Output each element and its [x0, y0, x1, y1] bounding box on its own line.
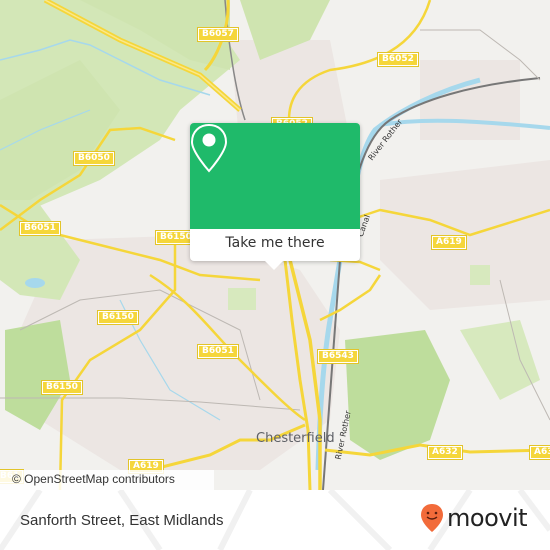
map-pin-icon [190, 123, 228, 173]
road-label: B6150 [41, 380, 83, 395]
map-widget: B6057 B6052 B6052 B6050 B6051 B6150 B615… [0, 0, 550, 550]
road-label: B6051 [19, 221, 61, 236]
moovit-logo[interactable]: moovit [420, 503, 528, 533]
town-label-chesterfield: Chesterfield [256, 431, 335, 446]
lake [25, 278, 45, 288]
woods-area [345, 330, 450, 460]
road-label: B6051 [197, 344, 239, 359]
popup-pointer [265, 261, 283, 270]
map-canvas[interactable]: B6057 B6052 B6052 B6050 B6051 B6150 B615… [0, 0, 550, 490]
footer-bar: Sanforth Street, East Midlands moovit [0, 490, 550, 550]
brand-name: moovit [447, 504, 528, 532]
moovit-pin-icon [421, 504, 443, 532]
road-label: B6050 [73, 151, 115, 166]
road-label: A632 [427, 445, 463, 460]
popup-header [190, 123, 360, 229]
park-area [228, 288, 256, 310]
urban-area [380, 160, 550, 310]
road-label: B6052 [377, 52, 419, 67]
take-me-there-button[interactable]: Take me there [190, 229, 360, 261]
map-attribution[interactable]: © OpenStreetMap contributors [0, 470, 214, 490]
road-label: B6543 [317, 349, 359, 364]
park-area [470, 265, 490, 285]
park-area [460, 320, 540, 400]
road-label: B6057 [197, 27, 239, 42]
road-label: A619 [431, 235, 467, 250]
urban-area [420, 60, 520, 140]
road-label: B6150 [97, 310, 139, 325]
destination-popup: Take me there [190, 123, 360, 270]
location-title: Sanforth Street, East Midlands [20, 512, 224, 529]
road-label: A63 [529, 445, 550, 460]
